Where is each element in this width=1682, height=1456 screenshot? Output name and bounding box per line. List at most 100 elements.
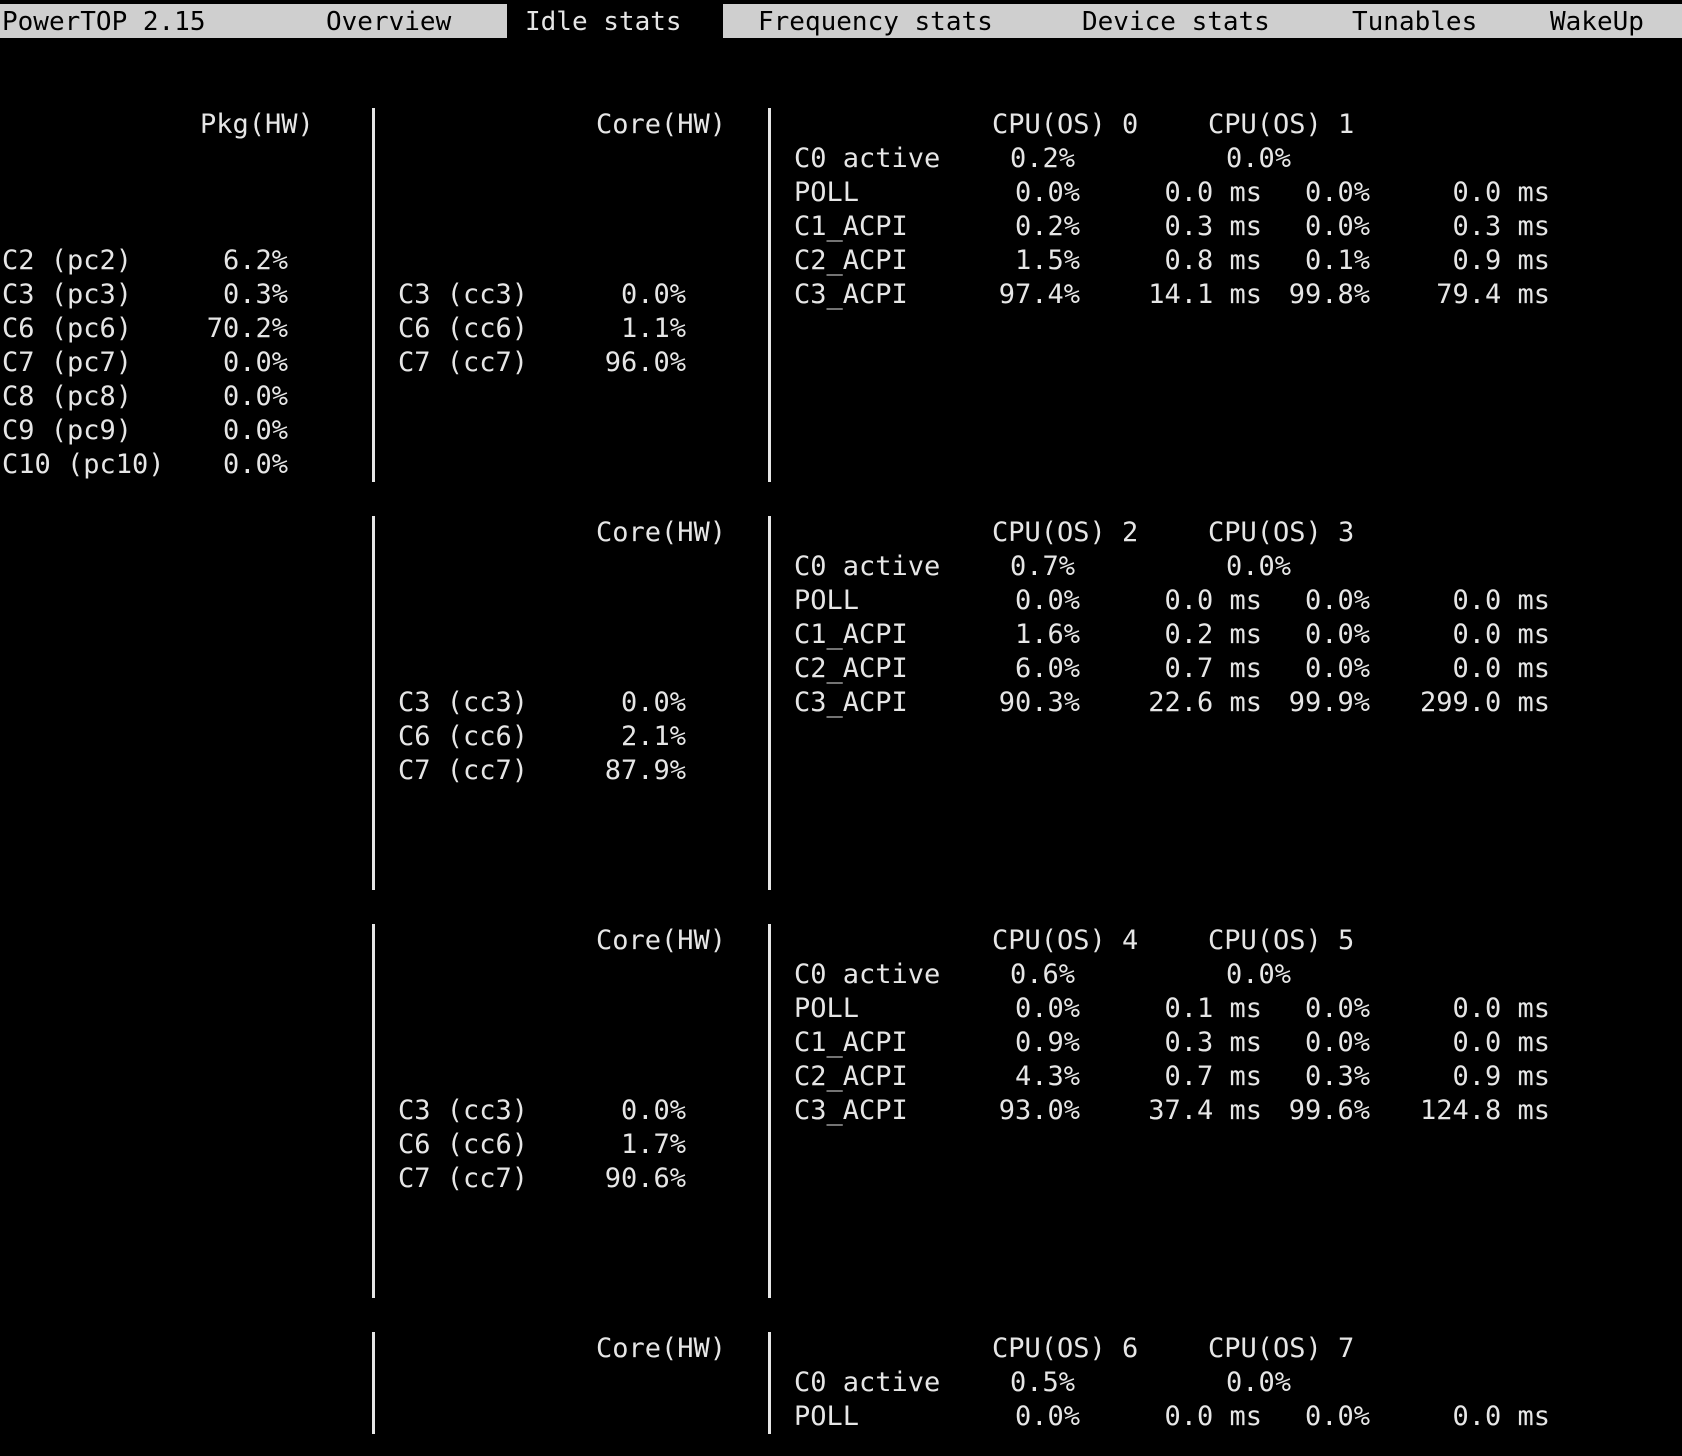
cpu-active-value: 0.0% bbox=[1226, 551, 1292, 582]
cpu-avg-time: 0.0 ms bbox=[1164, 177, 1262, 208]
cpu-avg-time: 299.0 ms bbox=[1419, 687, 1550, 718]
core-header: Core(HW) bbox=[596, 109, 727, 140]
cpu-header: CPU(OS) 5 bbox=[1208, 925, 1355, 956]
tab-tunables[interactable]: Tunables bbox=[1352, 4, 1532, 38]
core-state-value: 0.0% bbox=[620, 687, 686, 718]
cpu-active-value: 0.0% bbox=[1226, 1367, 1292, 1398]
pkg-state-value: 0.0% bbox=[222, 381, 288, 412]
cpu-header: CPU(OS) 4 bbox=[992, 925, 1139, 956]
cpu-residency: 4.3% bbox=[1014, 1061, 1080, 1092]
pkg-state-name: C9 (pc9) bbox=[2, 415, 133, 446]
cpu-header: CPU(OS) 2 bbox=[992, 517, 1139, 548]
cstate-name: C0 active bbox=[794, 551, 941, 582]
cstate-name: POLL bbox=[794, 177, 860, 208]
core-header: Core(HW) bbox=[596, 517, 727, 548]
cpu-avg-time: 37.4 ms bbox=[1148, 1095, 1262, 1126]
cpu-header: CPU(OS) 7 bbox=[1208, 1333, 1355, 1364]
core-state-name: C3 (cc3) bbox=[398, 687, 529, 718]
cpu-residency: 99.6% bbox=[1288, 1095, 1370, 1126]
cpu-residency: 0.2% bbox=[1014, 211, 1080, 242]
cstate-name: C0 active bbox=[794, 143, 941, 174]
cstate-name: C2_ACPI bbox=[794, 1061, 908, 1092]
core-state-value: 1.1% bbox=[620, 313, 686, 344]
core-state-name: C6 (cc6) bbox=[398, 1129, 529, 1160]
cpu-residency: 99.9% bbox=[1288, 687, 1370, 718]
cpu-active-value: 0.0% bbox=[1226, 959, 1292, 990]
cpu-avg-time: 0.7 ms bbox=[1164, 1061, 1262, 1092]
cpu-avg-time: 124.8 ms bbox=[1419, 1095, 1550, 1126]
cpu-residency: 90.3% bbox=[998, 687, 1080, 718]
cpu-residency: 0.0% bbox=[1014, 1401, 1080, 1432]
core-state-value: 1.7% bbox=[620, 1129, 686, 1160]
cpu-header: CPU(OS) 3 bbox=[1208, 517, 1355, 548]
pkg-state-value: 0.3% bbox=[222, 279, 288, 310]
core-state-name: C3 (cc3) bbox=[398, 1095, 529, 1126]
cpu-residency: 0.0% bbox=[1304, 619, 1370, 650]
pkg-state-value: 6.2% bbox=[222, 245, 288, 276]
cpu-residency: 0.0% bbox=[1304, 211, 1370, 242]
cpu-residency: 0.0% bbox=[1014, 993, 1080, 1024]
tab-wakeup[interactable]: WakeUp bbox=[1550, 4, 1682, 38]
pkg-state-value: 70.2% bbox=[206, 313, 288, 344]
column-separator bbox=[768, 924, 771, 1298]
pkg-state-name: C2 (pc2) bbox=[2, 245, 133, 276]
cpu-residency: 0.0% bbox=[1304, 653, 1370, 684]
cstate-name: POLL bbox=[794, 993, 860, 1024]
pkg-state-name: C6 (pc6) bbox=[2, 313, 133, 344]
tab-idle-stats[interactable]: Idle stats bbox=[507, 4, 723, 38]
cpu-avg-time: 79.4 ms bbox=[1436, 279, 1550, 310]
core-state-value: 87.9% bbox=[604, 755, 686, 786]
cpu-avg-time: 0.0 ms bbox=[1164, 1401, 1262, 1432]
cpu-avg-time: 0.3 ms bbox=[1164, 1027, 1262, 1058]
column-separator bbox=[372, 108, 375, 482]
cpu-avg-time: 0.3 ms bbox=[1452, 211, 1550, 242]
idle-stats-screen: Pkg(HW) C2 (pc2) 6.2% C3 (pc3) 0.3% C6 (pc6) 7… bbox=[0, 0, 1682, 1456]
cpu-residency: 99.8% bbox=[1288, 279, 1370, 310]
cpu-avg-time: 0.1 ms bbox=[1164, 993, 1262, 1024]
cpu-residency: 0.0% bbox=[1304, 1027, 1370, 1058]
core-state-value: 0.0% bbox=[620, 1095, 686, 1126]
core-state-name: C3 (cc3) bbox=[398, 279, 529, 310]
pkg-state-value: 0.0% bbox=[222, 449, 288, 480]
cstate-name: C3_ACPI bbox=[794, 687, 908, 718]
column-separator bbox=[372, 1332, 375, 1434]
cpu-active-value: 0.7% bbox=[1010, 551, 1076, 582]
pkg-state-name: C8 (pc8) bbox=[2, 381, 133, 412]
cstate-name: C2_ACPI bbox=[794, 245, 908, 276]
cpu-avg-time: 0.0 ms bbox=[1164, 585, 1262, 616]
column-separator bbox=[372, 516, 375, 890]
cpu-avg-time: 0.2 ms bbox=[1164, 619, 1262, 650]
cstate-name: C2_ACPI bbox=[794, 653, 908, 684]
tab-overview[interactable]: Overview bbox=[326, 4, 506, 38]
cpu-residency: 0.0% bbox=[1304, 993, 1370, 1024]
cpu-avg-time: 0.0 ms bbox=[1452, 653, 1550, 684]
pkg-state-value: 0.0% bbox=[222, 347, 288, 378]
cpu-avg-time: 0.3 ms bbox=[1164, 211, 1262, 242]
tab-device-stats[interactable]: Device stats bbox=[1082, 4, 1322, 38]
core-state-value: 90.6% bbox=[604, 1163, 686, 1194]
pkg-state-name: C10 (pc10) bbox=[2, 449, 165, 480]
cpu-avg-time: 0.0 ms bbox=[1452, 993, 1550, 1024]
cpu-avg-time: 0.0 ms bbox=[1452, 1401, 1550, 1432]
cpu-residency: 0.0% bbox=[1304, 177, 1370, 208]
column-separator bbox=[372, 924, 375, 1298]
cpu-header: CPU(OS) 1 bbox=[1208, 109, 1355, 140]
cpu-avg-time: 0.9 ms bbox=[1452, 1061, 1550, 1092]
cstate-name: POLL bbox=[794, 585, 860, 616]
cpu-avg-time: 0.0 ms bbox=[1452, 1027, 1550, 1058]
cpu-residency: 0.1% bbox=[1304, 245, 1370, 276]
pkg-state-name: C3 (pc3) bbox=[2, 279, 133, 310]
app-title: PowerTOP 2.15 bbox=[2, 7, 206, 37]
core-header: Core(HW) bbox=[596, 1333, 727, 1364]
core-state-name: C7 (cc7) bbox=[398, 1163, 529, 1194]
cstate-name: C1_ACPI bbox=[794, 211, 908, 242]
cstate-name: C0 active bbox=[794, 959, 941, 990]
cpu-active-value: 0.6% bbox=[1010, 959, 1076, 990]
core-state-name: C7 (cc7) bbox=[398, 347, 529, 378]
tab-frequency-stats[interactable]: Frequency stats bbox=[758, 4, 1038, 38]
cstate-name: C1_ACPI bbox=[794, 619, 908, 650]
pkg-state-value: 0.0% bbox=[222, 415, 288, 446]
core-state-value: 2.1% bbox=[620, 721, 686, 752]
cpu-residency: 0.9% bbox=[1014, 1027, 1080, 1058]
cpu-residency: 0.0% bbox=[1304, 585, 1370, 616]
